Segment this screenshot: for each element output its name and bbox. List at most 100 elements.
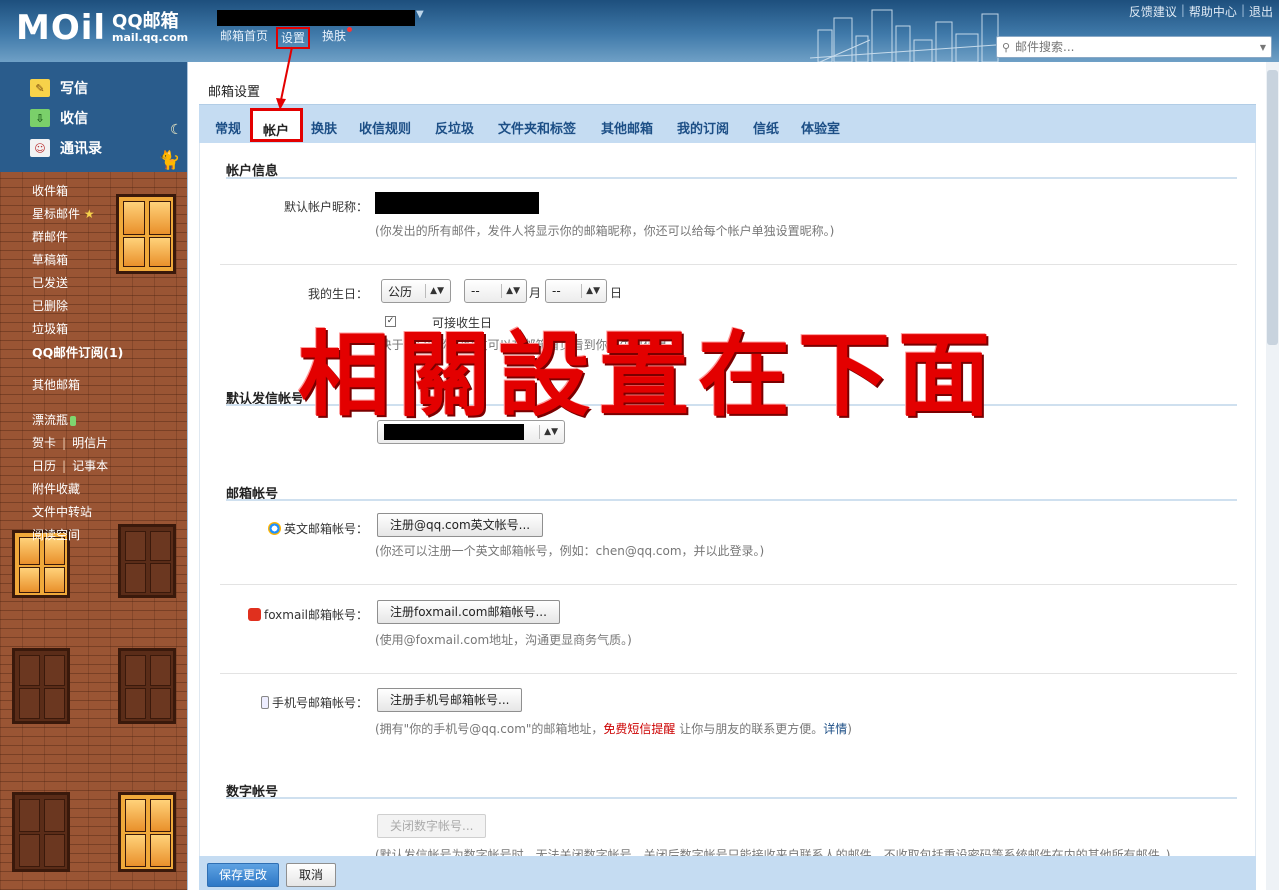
mobile-hint-suffix: ) — [847, 722, 852, 736]
mobile-phone-icon — [260, 696, 269, 709]
month-unit: 月 — [529, 286, 542, 300]
mail-search-box[interactable]: ⚲ ▼ — [996, 36, 1272, 58]
folder-calendar-row: 日历 | 记事本 — [32, 455, 123, 478]
close-digit-account-button[interactable]: 关闭数字帐号... — [377, 814, 487, 838]
details-link[interactable]: 详情 — [823, 722, 847, 736]
select-arrow-icon: ▲▼ — [501, 284, 520, 298]
logo-url: mail.qq.com — [112, 30, 189, 44]
nav-skin-label: 换肤 — [322, 29, 347, 43]
foxmail-account-hint: (使用@foxmail.com地址，沟通更显商务气质。) — [375, 633, 632, 647]
birthday-label: 我的生日： — [307, 287, 368, 301]
cancel-button[interactable]: 取消 — [286, 863, 337, 887]
folder-drift-bottle[interactable]: 漂流瓶 — [32, 409, 123, 432]
separator: | — [62, 436, 67, 450]
help-link[interactable]: 帮助中心 — [1189, 3, 1237, 20]
star-icon: ★ — [83, 207, 95, 221]
tab-mail-rules[interactable]: 收信规则 — [359, 118, 411, 137]
feedback-link[interactable]: 反馈建议 — [1129, 3, 1177, 20]
notepad-link[interactable]: 记事本 — [72, 459, 108, 473]
nav-mail-home[interactable]: 邮箱首页 — [220, 27, 268, 49]
search-icon: ⚲ — [1001, 40, 1011, 54]
tab-skin[interactable]: 换肤 — [311, 118, 337, 137]
tab-subscriptions[interactable]: 我的订阅 — [677, 118, 729, 137]
qq-mail-logo[interactable]: MOil QQ邮箱 mail.qq.com — [16, 8, 188, 48]
contact-card-icon: ☺ — [30, 139, 50, 157]
bottle-icon — [70, 415, 77, 426]
logo-mark: MOil — [16, 8, 107, 48]
postcard-link[interactable]: 明信片 — [72, 436, 108, 450]
search-input[interactable] — [1015, 40, 1255, 54]
decorative-window — [116, 194, 176, 274]
folder-file-transfer[interactable]: 文件中转站 — [32, 501, 123, 524]
save-changes-button[interactable]: 保存更改 — [207, 863, 280, 887]
select-arrow-icon: ▲▼ — [425, 284, 444, 298]
search-options-dropdown-icon[interactable]: ▼ — [1255, 43, 1271, 52]
folder-deleted[interactable]: 已删除 — [32, 295, 123, 318]
nav-settings[interactable]: 设置 — [276, 27, 311, 49]
register-mobile-account-button[interactable]: 注册手机号邮箱帐号... — [377, 688, 523, 712]
english-account-hint: (你还可以注册一个英文邮箱帐号，例如：chen@qq.com，并以此登录。) — [375, 544, 765, 558]
tab-other-mailbox[interactable]: 其他邮箱 — [601, 118, 653, 137]
folder-trash[interactable]: 垃圾箱 — [32, 318, 123, 341]
tab-stationery[interactable]: 信纸 — [753, 118, 779, 137]
mobile-account-hint: (拥有"你的手机号@qq.com"的邮箱地址，免费短信提醒 让你与朋友的联系更方… — [375, 720, 852, 737]
top-links: 反馈建议 | 帮助中心 | 退出 — [1129, 3, 1273, 20]
separator: | — [1180, 3, 1185, 17]
english-account-label: 英文邮箱帐号： — [267, 520, 368, 537]
separator: | — [62, 459, 67, 473]
folder-drafts[interactable]: 草稿箱 — [32, 249, 123, 272]
free-sms-alert-link[interactable]: 免费短信提醒 — [603, 722, 675, 736]
mobile-hint-middle: 让你与朋友的联系更方便。 — [675, 722, 824, 736]
receive-mail-label: 收信 — [60, 111, 88, 127]
account-name-redacted[interactable] — [217, 10, 415, 26]
contacts-label: 通讯录 — [60, 141, 102, 157]
nav-skin[interactable]: 换肤 — [322, 27, 353, 49]
receive-mail-button[interactable]: ⇩ 收信 — [30, 108, 88, 128]
annotation-overlay-text: 相關設置在下面 — [298, 322, 999, 429]
foxmail-account-label: foxmail邮箱帐号： — [247, 606, 368, 623]
tab-general[interactable]: 常规 — [215, 118, 241, 137]
calendar-type-select[interactable]: 公历 ▲▼ — [381, 279, 451, 303]
birth-day-value: -- — [552, 284, 561, 298]
drift-bottle-label: 漂流瓶 — [32, 413, 69, 427]
decorative-window — [12, 648, 70, 724]
birth-month-select[interactable]: -- ▲▼ — [464, 279, 527, 303]
select-arrow-icon: ▲▼ — [581, 284, 600, 298]
scrollbar-thumb[interactable] — [1267, 70, 1278, 345]
settings-content: 帐户信息 默认帐户昵称： (你发出的所有邮件，发件人将显示你的邮箱昵称，你还可以… — [199, 143, 1256, 856]
nickname-input-redacted[interactable] — [375, 192, 539, 214]
register-foxmail-account-button[interactable]: 注册foxmail.com邮箱帐号... — [377, 600, 560, 624]
logout-link[interactable]: 退出 — [1249, 3, 1273, 20]
calendar-link[interactable]: 日历 — [32, 459, 56, 473]
folder-attachments[interactable]: 附件收藏 — [32, 478, 123, 501]
top-navigation: 邮箱首页 设置 换肤 — [220, 27, 364, 49]
decorative-window — [118, 524, 176, 598]
tab-antispam[interactable]: 反垃圾 — [435, 118, 474, 137]
row-divider — [220, 584, 1237, 585]
folder-group-mail[interactable]: 群邮件 — [32, 226, 123, 249]
folder-starred[interactable]: 星标邮件 ★ — [32, 203, 123, 226]
compose-button[interactable]: ✎ 写信 — [30, 78, 88, 98]
section-divider — [226, 797, 1237, 799]
folder-starred-label: 星标邮件 — [32, 207, 81, 221]
row-divider — [220, 673, 1237, 674]
tab-account-active[interactable]: 帐户 — [250, 108, 303, 142]
tab-labs[interactable]: 体验室 — [801, 118, 840, 137]
mobile-account-label-text: 手机号邮箱帐号： — [271, 696, 368, 710]
tab-folders-labels[interactable]: 文件夹和标签 — [498, 118, 576, 137]
greeting-card-link[interactable]: 贺卡 — [32, 436, 56, 450]
birth-day-select[interactable]: -- ▲▼ — [545, 279, 607, 303]
new-indicator-dot — [347, 27, 353, 32]
folder-reading-space[interactable]: 阅读空间 — [32, 524, 123, 547]
folder-subscriptions[interactable]: QQ邮件订阅(1) — [32, 341, 123, 364]
folder-inbox[interactable]: 收件箱 — [32, 180, 123, 203]
register-english-account-button[interactable]: 注册@qq.com英文帐号... — [377, 513, 544, 537]
account-dropdown-icon[interactable]: ▼ — [416, 9, 424, 20]
mobile-account-label: 手机号邮箱帐号： — [260, 694, 368, 711]
contacts-button[interactable]: ☺ 通讯录 — [30, 138, 102, 158]
folder-other-mail[interactable]: 其他邮箱 — [32, 374, 123, 397]
section-divider — [226, 177, 1237, 179]
foxmail-logo-icon — [247, 608, 261, 621]
folder-sent[interactable]: 已发送 — [32, 272, 123, 295]
